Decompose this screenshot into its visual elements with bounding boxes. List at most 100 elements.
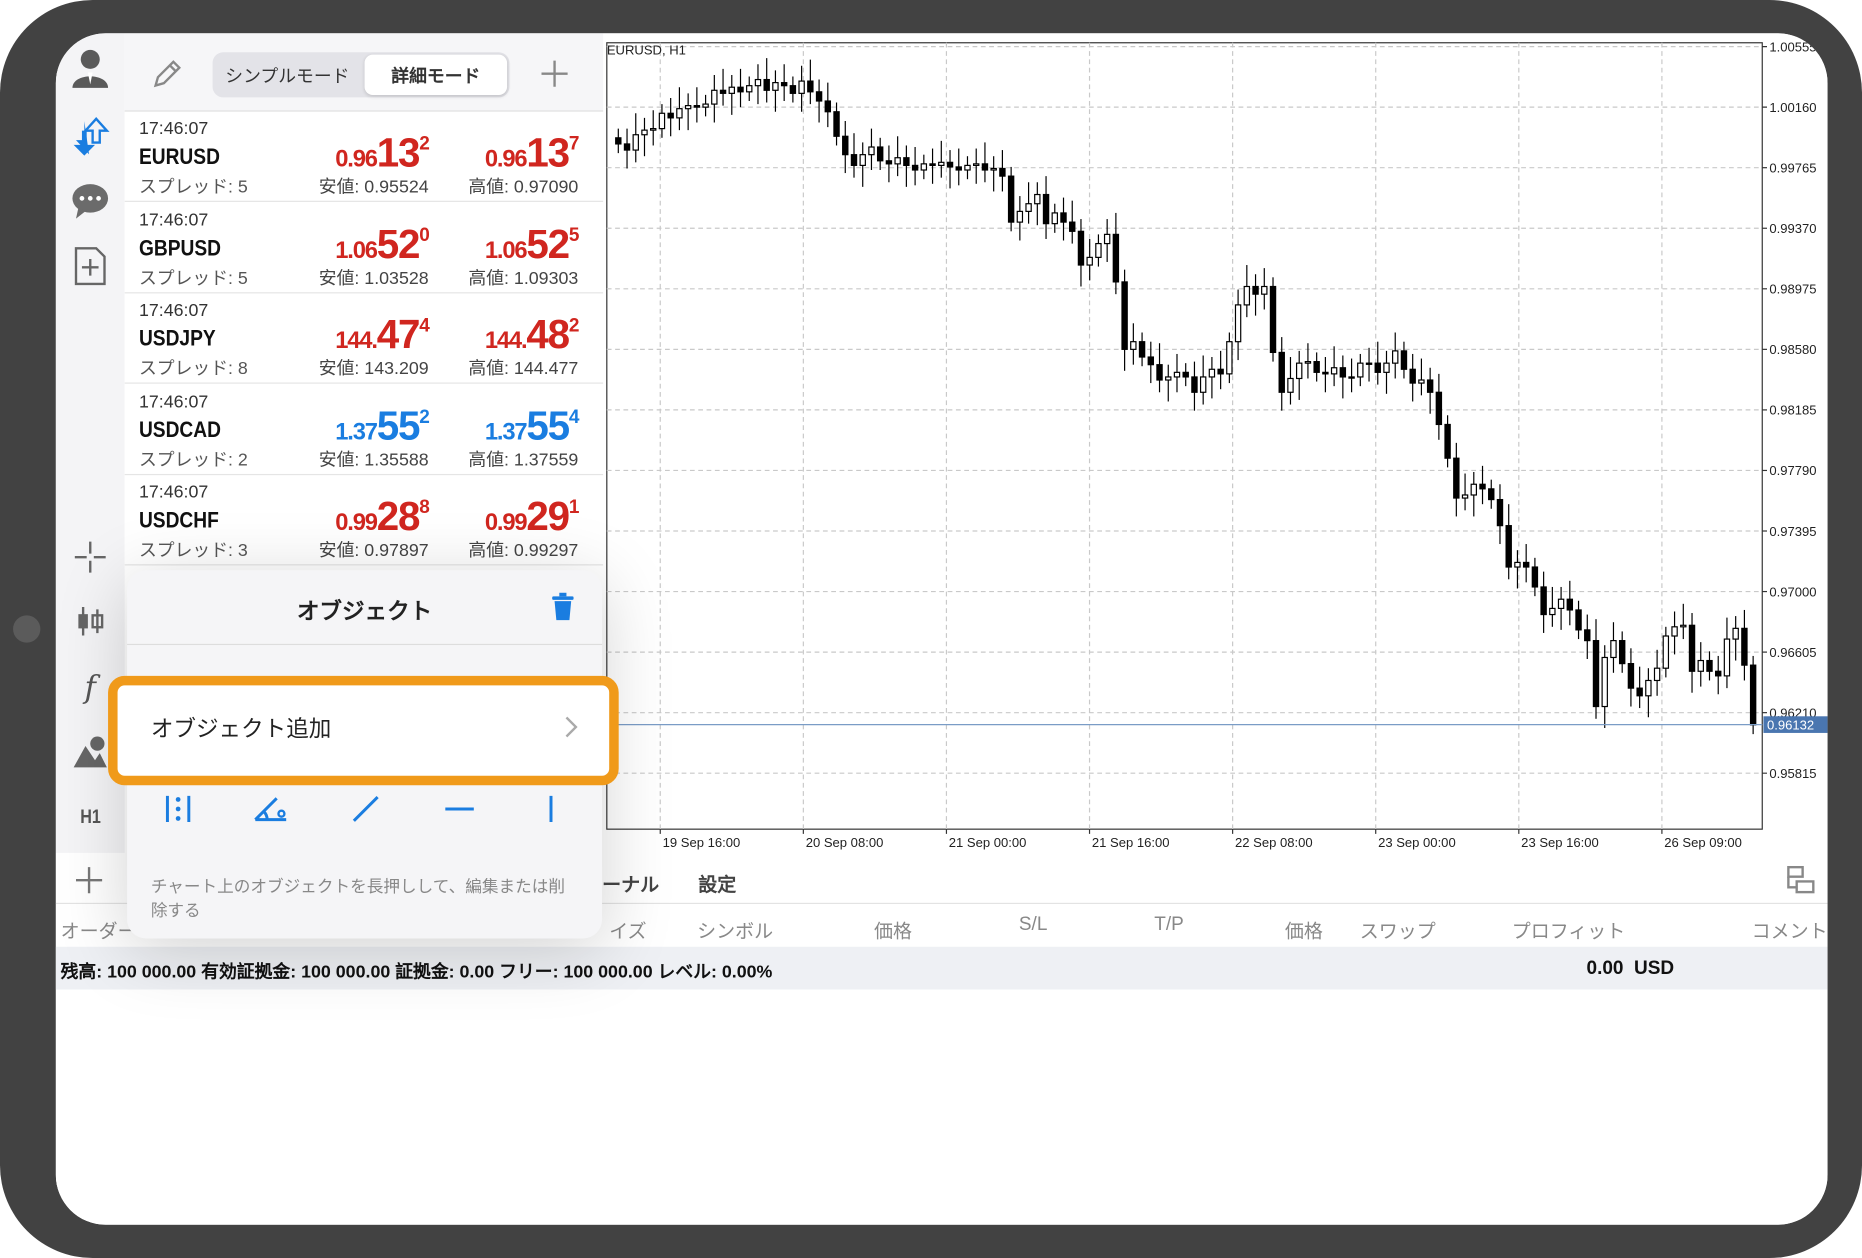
- candle-body: [772, 82, 779, 91]
- ask-price[interactable]: 1.37554: [388, 403, 580, 449]
- new-document-icon[interactable]: [65, 241, 115, 291]
- x-tick-label: 20 Sep 08:00: [806, 835, 884, 850]
- high-price: 高値: 1.09303: [468, 267, 579, 289]
- candle-body: [1461, 494, 1469, 499]
- quote-spread: スプレッド: 8: [138, 358, 248, 379]
- candle-body: [1592, 640, 1600, 708]
- candle-body: [1732, 627, 1739, 640]
- quote-symbol: GBPUSD: [138, 235, 221, 261]
- quote-symbol: EURUSD: [138, 144, 220, 170]
- candle-body: [1226, 341, 1233, 375]
- candle-body: [1348, 376, 1355, 379]
- horizontal-line-tool-icon[interactable]: [443, 794, 476, 831]
- candle-body: [903, 157, 910, 166]
- candle-body: [876, 146, 884, 162]
- candle-body: [1610, 640, 1617, 659]
- ask-price[interactable]: 1.06525: [388, 222, 580, 268]
- ask-price-point: 2: [568, 315, 580, 337]
- tab-journal[interactable]: ーナル: [602, 868, 659, 897]
- ask-price[interactable]: 0.96137: [388, 131, 580, 177]
- candle-body: [1182, 371, 1189, 378]
- candle-body: [1103, 233, 1111, 245]
- quote-time: 17:46:07: [138, 300, 209, 321]
- quote-row[interactable]: 17:46:07 USDCAD スプレッド: 2 1.37552 1.37554 安値: …: [124, 384, 604, 475]
- candle-body: [1601, 656, 1608, 708]
- delete-trash-icon[interactable]: [550, 592, 576, 629]
- ask-price-pips: 55: [526, 403, 570, 449]
- current-price-label: 0.96132: [1767, 717, 1814, 732]
- candle-body: [1060, 212, 1067, 223]
- quote-row[interactable]: 17:46:07 USDJPY スプレッド: 8 144.474 144.482 安値: …: [124, 293, 604, 384]
- ask-price-prefix: 1.06: [484, 236, 528, 264]
- candle-body: [1199, 376, 1207, 393]
- x-tick-label: 23 Sep 16:00: [1521, 835, 1599, 850]
- x-tick-label: 22 Sep 08:00: [1235, 835, 1313, 850]
- account-status-bar: 残高: 100 000.00 有効証拠金: 100 000.00 証拠金: 0.…: [55, 946, 1828, 990]
- fibonacci-tool-icon[interactable]: [163, 794, 194, 831]
- gann-angle-tool-icon[interactable]: [253, 794, 289, 831]
- candle-body: [1444, 423, 1451, 459]
- candle-body: [1165, 376, 1172, 381]
- candle-body: [1138, 341, 1146, 358]
- quote-symbol: USDCHF: [138, 508, 219, 534]
- candle-body: [946, 161, 954, 168]
- add-order-plus-icon[interactable]: [72, 864, 105, 903]
- candlestick-icon[interactable]: [65, 596, 115, 646]
- account-icon[interactable]: [65, 43, 115, 93]
- detail-mode-tab[interactable]: 詳細モード: [364, 54, 508, 96]
- quote-row[interactable]: 17:46:07 USDCHF スプレッド: 3 0.99288 0.99291 安値: …: [124, 475, 604, 566]
- candle-body: [702, 103, 709, 108]
- candle-body: [1191, 376, 1198, 393]
- quote-spread: スプレッド: 5: [138, 267, 248, 289]
- quote-row[interactable]: 17:46:07 GBPUSD スプレッド: 5 1.06520 1.06525 安値: …: [124, 203, 604, 293]
- y-tick-label: 0.98975: [1769, 282, 1816, 297]
- add-symbol-plus-icon[interactable]: [538, 57, 571, 96]
- bid-price-prefix: 144.: [335, 327, 378, 354]
- layout-toggle-icon[interactable]: [1785, 864, 1818, 903]
- x-tick-label: 21 Sep 00:00: [949, 835, 1027, 850]
- price-chart[interactable]: 1.00555 1.00160 0.99765 0.99370 0.98975 0.985…: [603, 33, 1828, 853]
- trendline-tool-icon[interactable]: [350, 794, 381, 831]
- add-object-row[interactable]: オブジェクト追加: [108, 675, 619, 786]
- candle-body: [1313, 361, 1320, 373]
- candle-body: [1069, 221, 1076, 232]
- quotes-list: 17:46:07 EURUSD スプレッド: 5 0.96132 0.96137 安値: …: [124, 111, 604, 570]
- y-tick-label: 0.97790: [1769, 463, 1816, 478]
- vertical-line-tool-icon[interactable]: [536, 794, 567, 831]
- timeframe-button[interactable]: H1: [65, 794, 115, 844]
- quotes-arrows-icon[interactable]: [65, 112, 115, 162]
- quote-symbol: USDJPY: [138, 326, 216, 352]
- timeframe-label: H1: [79, 807, 101, 828]
- candle-body: [728, 86, 735, 94]
- ask-price-pips: 48: [526, 312, 570, 358]
- candle-body: [1409, 368, 1416, 384]
- candle-body: [676, 108, 683, 119]
- quote-symbol: USDCAD: [138, 417, 221, 443]
- chart-canvas[interactable]: 1.00555 1.00160 0.99765 0.99370 0.98975 0.985…: [603, 33, 1828, 853]
- candle-body: [981, 163, 989, 171]
- y-tick-label: 0.98185: [1769, 403, 1816, 418]
- chat-icon[interactable]: [65, 176, 115, 226]
- candle-body: [1627, 663, 1635, 689]
- candle-body: [1653, 667, 1661, 682]
- candle-body: [920, 163, 928, 171]
- ask-price-prefix: 144.: [484, 327, 528, 354]
- quote-row[interactable]: 17:46:07 EURUSD スプレッド: 5 0.96132 0.96137 安値: …: [124, 112, 604, 202]
- ask-price[interactable]: 0.99291: [388, 494, 580, 540]
- chart-title: EURUSD, H1: [606, 43, 686, 59]
- edit-pencil-icon[interactable]: [151, 57, 184, 96]
- tab-settings[interactable]: 設定: [698, 868, 736, 897]
- candle-body: [1680, 624, 1687, 628]
- candle-body: [1322, 371, 1329, 375]
- simple-mode-tab[interactable]: シンプルモード: [215, 55, 360, 95]
- candle-body: [1496, 498, 1504, 527]
- candle-body: [1470, 483, 1478, 496]
- candle-body: [1295, 362, 1303, 380]
- candle-body: [1453, 457, 1460, 499]
- candle-body: [833, 111, 840, 137]
- ask-price[interactable]: 144.482: [388, 312, 580, 358]
- candle-body: [999, 167, 1006, 177]
- y-tick-label: 0.96605: [1769, 645, 1816, 660]
- candle-body: [1130, 341, 1137, 350]
- crosshair-icon[interactable]: [65, 532, 115, 582]
